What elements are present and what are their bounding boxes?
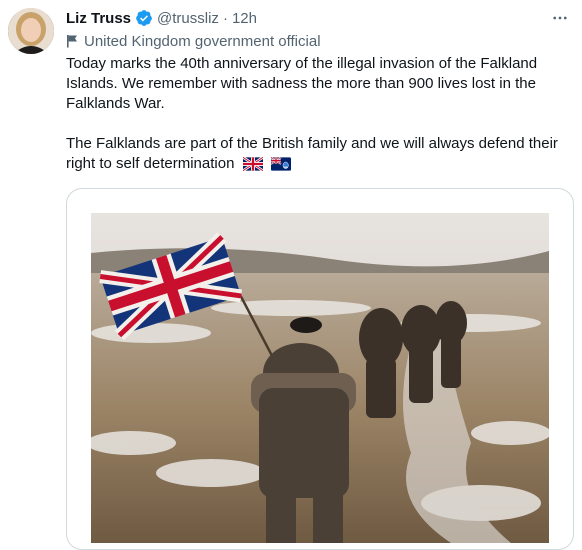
falklands-soldiers-photo[interactable] [91, 213, 549, 543]
timestamp[interactable]: 12h [232, 10, 257, 27]
dot-separator: · [222, 9, 228, 27]
tweet-paragraph-2-text: The Falklands are part of the British fa… [66, 135, 558, 172]
tweet-text: Today marks the 40th anniversary of the … [66, 54, 572, 177]
uk-flag-emoji [241, 156, 264, 177]
tweet-header: Liz Truss @trussliz · 12h [66, 8, 257, 28]
tweet[interactable]: Liz Truss @trussliz · 12h United Kingdom… [0, 0, 582, 550]
government-label[interactable]: United Kingdom government official [66, 31, 321, 51]
tweet-media-card[interactable] [66, 188, 574, 550]
tweet-paragraph-1: Today marks the 40th anniversary of the … [66, 55, 538, 112]
author-handle[interactable]: @trussliz [157, 10, 219, 27]
author-name[interactable]: Liz Truss [66, 10, 131, 27]
more-options-icon[interactable] [548, 6, 572, 30]
government-label-text: United Kingdom government official [84, 32, 321, 50]
flag-icon [66, 34, 78, 48]
avatar[interactable] [8, 8, 54, 54]
verified-badge-icon [135, 9, 153, 27]
falkland-islands-flag-emoji [270, 156, 291, 177]
tweet-paragraph-2: The Falklands are part of the British fa… [66, 134, 572, 177]
